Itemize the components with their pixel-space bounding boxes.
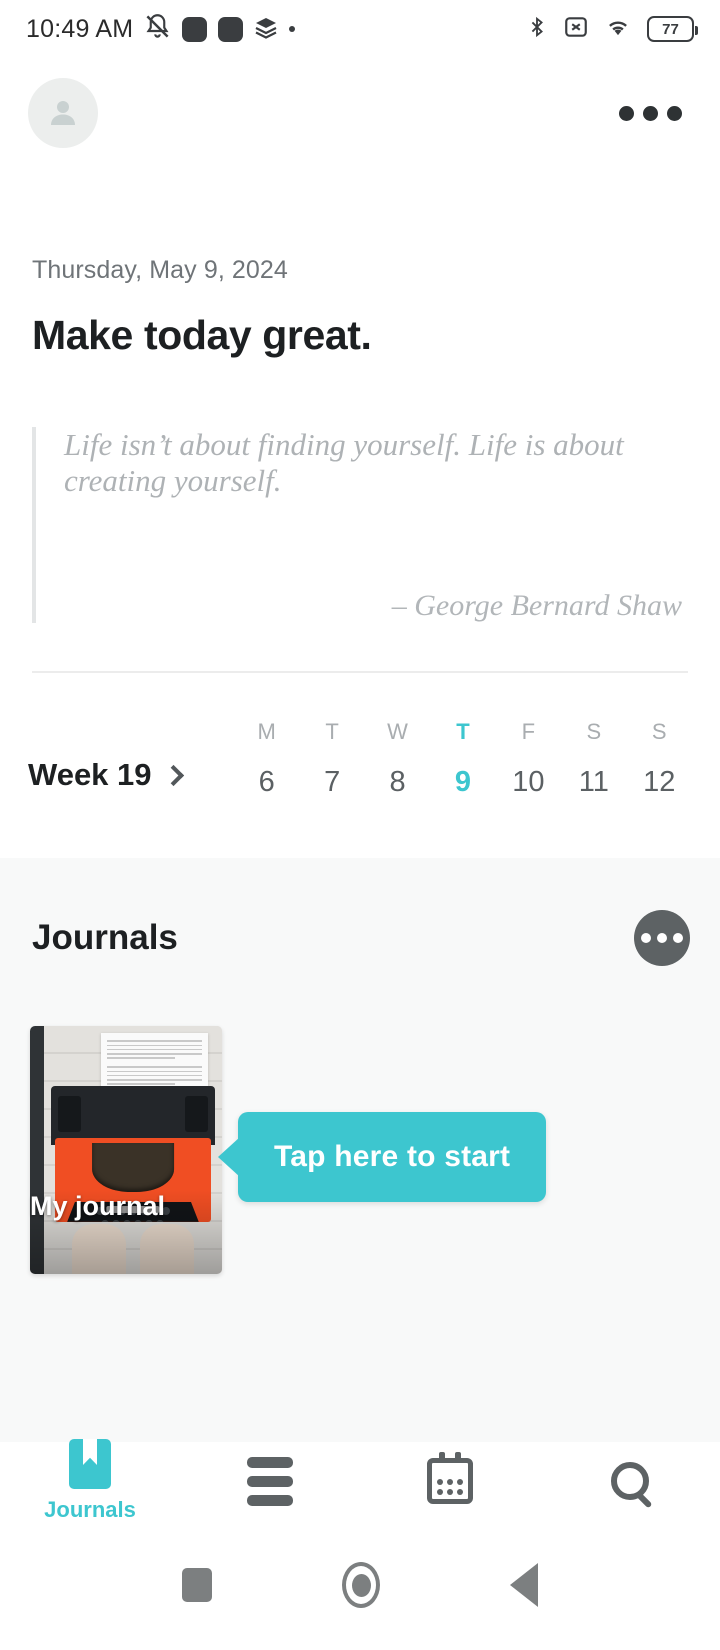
calendar-icon (427, 1452, 473, 1504)
system-navigation-bar (0, 1520, 720, 1650)
nav-item-search[interactable] (540, 1462, 720, 1500)
day-of-week: W (387, 719, 408, 744)
bluetooth-icon (526, 14, 548, 45)
nav-item-entries[interactable] (180, 1456, 360, 1506)
typewriter-typebars (92, 1142, 174, 1193)
status-time: 10:49 AM (26, 14, 134, 43)
day-cell-today[interactable]: T 9 (430, 719, 495, 799)
app-screen: 10:49 AM 77 Thursday, May 9, 2024 Make t… (0, 0, 720, 1650)
day-cell[interactable]: W 8 (365, 719, 430, 799)
journals-options-button[interactable] (634, 910, 690, 966)
nav-item-journals[interactable]: Journals (0, 1439, 180, 1523)
bottom-navigation: Journals (0, 1439, 720, 1523)
typewriter-back (51, 1085, 215, 1146)
day-of-week: S (586, 719, 602, 744)
journal-card-label: My journal (30, 1191, 166, 1221)
day-cell[interactable]: T 7 (299, 719, 364, 799)
day-number: 7 (324, 766, 341, 798)
day-cell[interactable]: S 11 (561, 719, 626, 799)
more-options-icon[interactable] (609, 96, 692, 131)
status-bar-left: 10:49 AM (26, 13, 296, 45)
layers-icon (254, 15, 278, 44)
page-title: Make today great. (32, 312, 372, 358)
journal-card[interactable] (30, 1026, 222, 1274)
week-strip: Week 19 M 6 T 7 W 8 T 9 F 10 S 11 S 12 (0, 703, 720, 799)
tooltip-text: Tap here to start (274, 1140, 511, 1173)
dot-icon (289, 26, 296, 32)
day-of-week: T (456, 719, 470, 744)
section-divider (32, 671, 688, 673)
quote-text: Life isn’t about finding yourself. Life … (64, 427, 624, 499)
home-circle-icon[interactable] (342, 1562, 380, 1608)
app-square-icon (182, 16, 208, 42)
app-square-icon (218, 16, 244, 42)
battery-level: 77 (662, 20, 679, 38)
bell-muted-icon (144, 13, 171, 45)
onboarding-tooltip[interactable]: Tap here to start (238, 1112, 547, 1202)
journals-header: Journals (0, 858, 720, 966)
day-of-week: M (257, 719, 276, 744)
search-icon (611, 1462, 649, 1500)
day-number: 11 (578, 766, 609, 798)
journals-title: Journals (32, 918, 178, 957)
day-of-week: S (651, 719, 667, 744)
battery-icon: 77 (647, 16, 698, 42)
day-cell[interactable]: F 10 (496, 719, 561, 799)
week-days: M 6 T 7 W 8 T 9 F 10 S 11 S 12 (234, 719, 692, 799)
day-number: 12 (643, 766, 676, 798)
day-number: 10 (512, 766, 545, 798)
quote-block: Life isn’t about finding yourself. Life … (32, 427, 688, 623)
sim-off-icon (563, 14, 589, 45)
day-number: 9 (454, 766, 472, 798)
book-bookmark-icon (69, 1439, 111, 1489)
person-avatar-icon (51, 101, 75, 125)
current-date: Thursday, May 9, 2024 (32, 256, 288, 284)
back-triangle-icon[interactable] (510, 1563, 538, 1607)
wifi-icon (604, 14, 632, 45)
avatar[interactable] (28, 78, 98, 148)
greeting-block: Thursday, May 9, 2024 Make today great. (0, 256, 720, 359)
day-number: 6 (258, 766, 275, 798)
status-bar: 10:49 AM 77 (0, 0, 720, 58)
week-selector[interactable]: Week 19 (28, 757, 234, 799)
status-bar-right: 77 (526, 14, 698, 45)
day-of-week: F (521, 719, 536, 744)
week-label: Week 19 (28, 757, 152, 792)
app-header (0, 58, 720, 168)
nav-item-calendar[interactable] (360, 1452, 540, 1504)
recents-square-icon[interactable] (182, 1568, 212, 1602)
day-number: 8 (389, 766, 406, 798)
day-of-week: T (325, 719, 339, 744)
quote-author: – George Bernard Shaw (391, 589, 682, 622)
list-icon (247, 1456, 293, 1506)
day-cell[interactable]: M 6 (234, 719, 299, 799)
day-cell[interactable]: S 12 (627, 719, 692, 799)
chevron-right-icon (162, 764, 184, 786)
